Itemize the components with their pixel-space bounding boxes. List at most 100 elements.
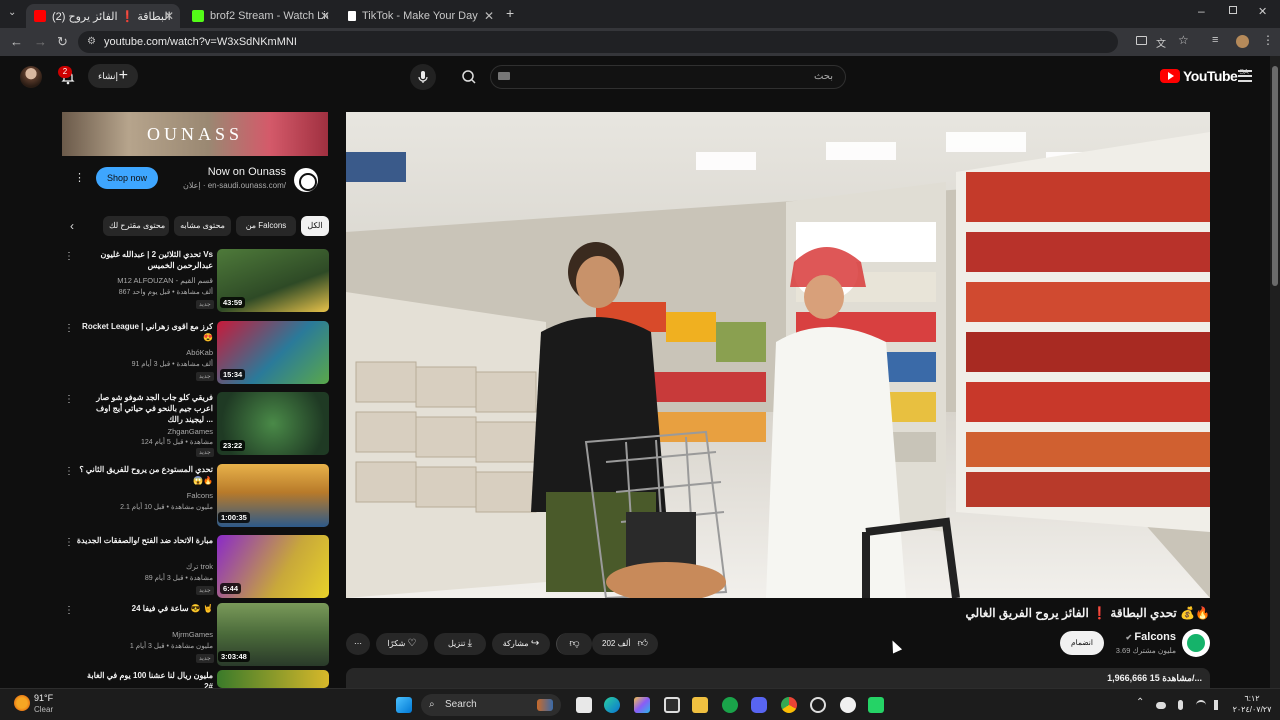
chip-recommended[interactable]: محتوى مقترح لك bbox=[103, 216, 169, 236]
more-options-icon[interactable]: ⋮ bbox=[64, 323, 74, 334]
heart-dollar-icon: ♡ bbox=[407, 638, 417, 649]
copilot-icon[interactable] bbox=[634, 697, 650, 713]
channel-name[interactable]: Falcons bbox=[76, 491, 213, 500]
whatsapp-icon[interactable] bbox=[868, 697, 884, 713]
list-item[interactable]: 15:34 Rocket League | كرز مع اقوى زهراني… bbox=[62, 321, 330, 385]
task-view-icon[interactable] bbox=[576, 697, 592, 713]
new-tab-button[interactable]: + bbox=[506, 5, 514, 21]
onedrive-icon[interactable] bbox=[1156, 702, 1166, 709]
store-icon[interactable] bbox=[664, 697, 680, 713]
chrome-icon[interactable] bbox=[781, 697, 797, 713]
tab-youtube[interactable]: (2) تحدي البطاقة ❗ الفائز يروح ✕ bbox=[26, 4, 180, 28]
thanks-button[interactable]: شكرًا ♡ bbox=[376, 633, 428, 655]
account-avatar[interactable] bbox=[20, 66, 42, 88]
volume-icon[interactable] bbox=[1214, 700, 1224, 710]
video-thumbnail[interactable] bbox=[217, 670, 329, 688]
minimize-button[interactable]: – bbox=[1198, 4, 1205, 18]
keyboard-icon[interactable] bbox=[498, 72, 510, 80]
profile-avatar[interactable] bbox=[1236, 35, 1249, 48]
video-title[interactable]: 24 ساعة في فيفا 😎 🤘 bbox=[76, 603, 213, 614]
more-options-icon[interactable]: ⋮ bbox=[64, 605, 74, 616]
video-title[interactable]: تحدي الثلاثين 2 | عبدالله غليون Vs عبدال… bbox=[76, 249, 214, 271]
more-options-icon[interactable]: ⋮ bbox=[64, 537, 74, 548]
shop-now-button[interactable]: Shop now bbox=[96, 167, 158, 189]
site-info-icon[interactable]: ⚙ bbox=[87, 31, 96, 53]
like-button[interactable]: 202 ألف 👍︎ bbox=[592, 633, 658, 655]
ad-title[interactable]: Now on Ounass bbox=[180, 166, 286, 178]
sun-weather-icon[interactable] bbox=[14, 695, 30, 711]
search-input[interactable]: بحث bbox=[490, 65, 846, 89]
channel-name[interactable]: AbóKab bbox=[76, 348, 213, 357]
reload-button[interactable]: ↻ bbox=[57, 34, 68, 50]
close-icon[interactable]: ✕ bbox=[320, 9, 330, 23]
more-options-icon[interactable]: ⋮ bbox=[64, 394, 74, 405]
tab-search-icon[interactable]: ⌄ bbox=[8, 7, 20, 19]
more-options-icon[interactable]: ⋮ bbox=[64, 251, 74, 262]
tab-kick[interactable]: brof2 Stream - Watch Live on K ✕ bbox=[184, 4, 336, 28]
url-field[interactable]: ⚙ youtube.com/watch?v=W3xSdNKmMNI bbox=[78, 31, 1118, 53]
list-item[interactable]: 6:44 مبارة الاتحاد ضد الفتح /والصفقات ال… bbox=[62, 535, 330, 599]
channel-name-link[interactable]: ✔ Falcons bbox=[1100, 631, 1176, 643]
windows-start-icon[interactable] bbox=[396, 697, 412, 713]
close-window-button[interactable]: ✕ bbox=[1258, 5, 1267, 18]
back-button[interactable]: ← bbox=[10, 34, 23, 49]
maximize-button[interactable] bbox=[1229, 6, 1237, 14]
channel-name[interactable]: ZhganGames bbox=[76, 427, 213, 436]
search-icon bbox=[462, 70, 476, 84]
youtube-logo[interactable]: YouTube SA bbox=[1160, 68, 1249, 84]
list-item[interactable]: مليون ريال لنا عشنا 100 يوم في الغابة #2 bbox=[62, 670, 330, 688]
browser-menu-icon[interactable]: ⋮ bbox=[1262, 33, 1274, 47]
video-title[interactable]: فريقي كلو جاب الجد شوفو شو صار اعرب جيم … bbox=[76, 392, 213, 425]
tray-chevron-up-icon[interactable]: ⌃ bbox=[1136, 697, 1144, 708]
channel-name[interactable]: M12 ALFOUZAN - قسم القيم bbox=[76, 276, 213, 285]
chip-from-falcons[interactable]: من Falcons bbox=[236, 216, 296, 236]
search-button[interactable] bbox=[456, 65, 482, 89]
voice-search-button[interactable] bbox=[410, 64, 436, 90]
microphone-tray-icon[interactable] bbox=[1178, 700, 1183, 710]
weather-temperature[interactable]: 91°F bbox=[34, 693, 53, 703]
list-item[interactable]: 43:59 تحدي الثلاثين 2 | عبدالله غليون Vs… bbox=[62, 249, 330, 313]
list-item[interactable]: 23:22 فريقي كلو جاب الجد شوفو شو صار اعر… bbox=[62, 392, 330, 457]
kick-favicon-icon bbox=[192, 10, 204, 22]
scrollbar-thumb[interactable] bbox=[1272, 66, 1278, 286]
channel-name[interactable]: MjrmGames bbox=[76, 630, 213, 639]
join-button[interactable]: انضمام bbox=[1060, 631, 1104, 655]
more-actions-button[interactable]: ⋯ bbox=[346, 633, 370, 655]
chip-all[interactable]: الكل bbox=[301, 216, 329, 236]
xbox-icon[interactable] bbox=[722, 697, 738, 713]
chip-related[interactable]: محتوى مشابه bbox=[174, 216, 231, 236]
list-item[interactable]: 3:03:48 24 ساعة في فيفا 😎 🤘 MjrmGames 1 … bbox=[62, 603, 330, 667]
video-player[interactable] bbox=[346, 112, 1210, 598]
channel-avatar[interactable] bbox=[1182, 629, 1210, 657]
close-icon[interactable]: ✕ bbox=[164, 9, 174, 23]
discord-icon[interactable] bbox=[751, 697, 767, 713]
list-item[interactable]: 1:00:35 تحدي المستودع من يروح للفريق الث… bbox=[62, 464, 330, 528]
steam-icon[interactable] bbox=[840, 697, 856, 713]
more-options-icon[interactable]: ⋮ bbox=[74, 171, 85, 184]
dislike-button[interactable]: 👎︎ bbox=[556, 633, 592, 655]
share-button[interactable]: مشاركة ↪ bbox=[492, 633, 550, 655]
translate-icon[interactable]: 文 bbox=[1156, 35, 1166, 50]
cast-icon[interactable] bbox=[1136, 36, 1147, 45]
wifi-icon[interactable] bbox=[1196, 700, 1206, 710]
taskbar-search[interactable]: ⌕ Search bbox=[421, 694, 561, 716]
channel-name[interactable]: ترك trok bbox=[76, 562, 213, 571]
more-options-icon[interactable]: ⋮ bbox=[64, 466, 74, 477]
video-title[interactable]: تحدي المستودع من يروح للفريق الثاني ؟ 😱🔥 bbox=[76, 464, 213, 486]
reading-list-icon[interactable]: ≡ bbox=[1212, 34, 1218, 46]
forward-button[interactable]: → bbox=[34, 34, 47, 49]
download-button[interactable]: تنزيل ⤓ bbox=[434, 633, 486, 655]
edge-icon[interactable] bbox=[604, 697, 620, 713]
recording-icon[interactable] bbox=[810, 697, 826, 713]
create-button[interactable]: إنشاء + bbox=[88, 64, 138, 88]
taskbar-clock[interactable]: ٦:١٢ ٢٠٢٤/٠٧/٢٧ bbox=[1232, 693, 1272, 715]
close-icon[interactable]: ✕ bbox=[484, 9, 494, 23]
bookmark-star-icon[interactable]: ☆ bbox=[1178, 33, 1189, 47]
hamburger-menu-icon[interactable] bbox=[1238, 70, 1252, 85]
video-title[interactable]: Rocket League | كرز مع اقوى زهراني 😍 bbox=[76, 321, 213, 343]
file-explorer-icon[interactable] bbox=[692, 697, 708, 713]
video-title[interactable]: مليون ريال لنا عشنا 100 يوم في الغابة #2 bbox=[76, 670, 213, 688]
chevron-left-icon[interactable]: ‹ bbox=[70, 219, 74, 233]
tab-tiktok[interactable]: TikTok - Make Your Day ✕ bbox=[340, 4, 500, 28]
video-title[interactable]: مبارة الاتحاد ضد الفتح /والصفقات الجديدة bbox=[76, 535, 213, 546]
